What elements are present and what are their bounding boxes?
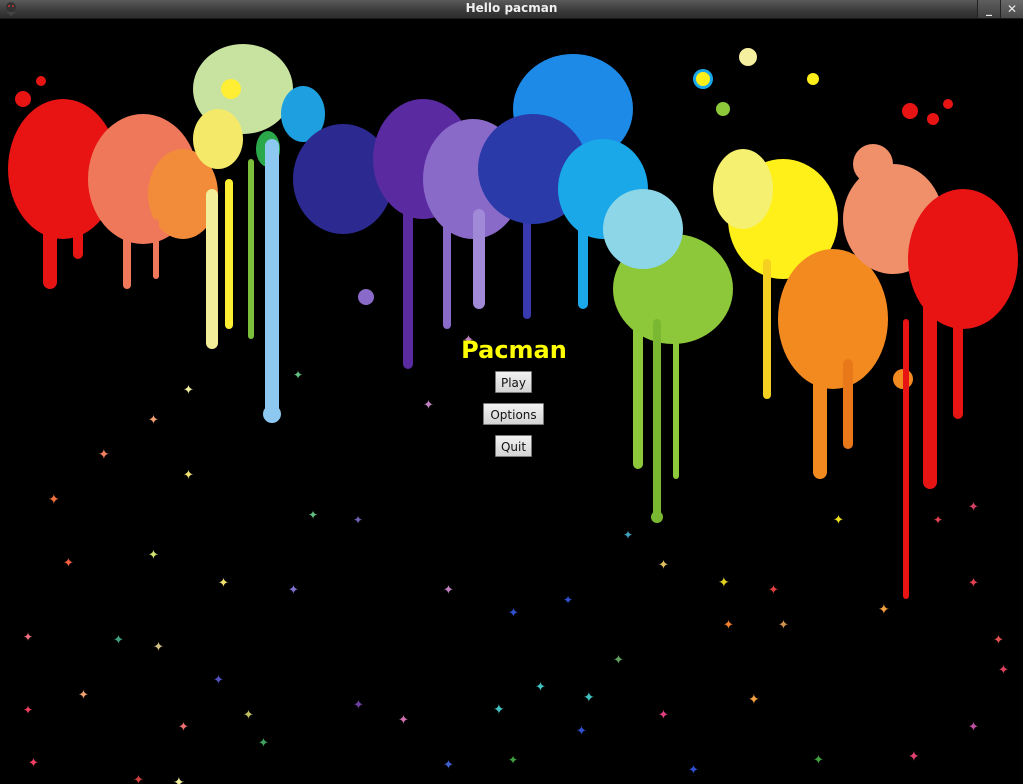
window-controls: _ ✕ <box>977 0 1023 18</box>
play-button[interactable]: Play <box>495 371 532 393</box>
game-title: Pacman <box>461 336 567 364</box>
minimize-button[interactable]: _ <box>977 0 1000 18</box>
quit-button[interactable]: Quit <box>495 435 532 457</box>
game-canvas: ✦ ✦ ✦ ✦ ✦ ✦ ✦ ✦ ✦ ✦ ✦ ✦ ✦ ✦ ✦ ✦ ✦ ✦ ✦ ✦ <box>3 19 1020 784</box>
main-menu: Pacman Play Options Quit <box>3 19 1020 784</box>
window-title: Hello pacman <box>465 1 558 15</box>
game-window: Hello pacman _ ✕ ✦ ✦ ✦ ✦ ✦ ✦ ✦ ✦ ✦ ✦ ✦ ✦… <box>0 0 1023 784</box>
close-button[interactable]: ✕ <box>1000 0 1023 18</box>
options-button[interactable]: Options <box>483 403 544 425</box>
window-titlebar[interactable]: Hello pacman _ ✕ <box>0 0 1023 19</box>
